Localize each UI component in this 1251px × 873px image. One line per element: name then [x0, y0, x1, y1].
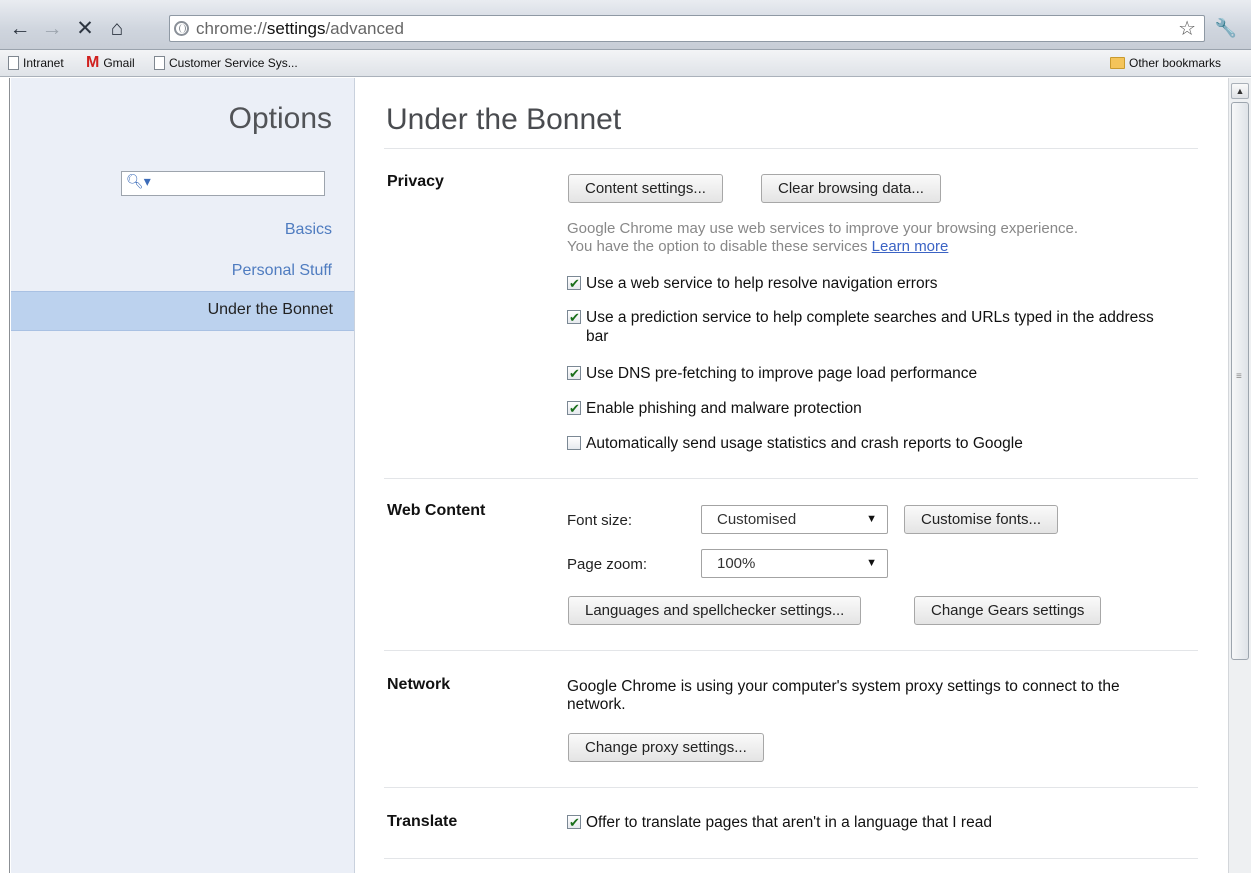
change-gears-settings-button[interactable]: Change Gears settings: [914, 596, 1102, 625]
font-size-label: Font size:: [567, 512, 633, 529]
address-bar[interactable]: chrome://settings/advanced ☆: [169, 15, 1205, 42]
checkbox-offer-translate[interactable]: Offer to translate pages that aren't in …: [567, 813, 1157, 832]
checkbox[interactable]: [567, 436, 581, 450]
sidebar-item-under-the-bonnet[interactable]: Under the Bonnet: [11, 291, 354, 331]
checkbox-phishing-protection[interactable]: Enable phishing and malware protection: [567, 399, 1157, 418]
section-label-privacy: Privacy: [387, 173, 444, 190]
sidebar-title: Options: [228, 102, 332, 135]
page-title: Under the Bonnet: [386, 103, 622, 136]
bookmark-gmail[interactable]: M Gmail: [86, 50, 135, 76]
vertical-scrollbar[interactable]: ▲: [1228, 78, 1251, 873]
address-url[interactable]: chrome://settings/advanced: [196, 19, 404, 39]
other-bookmarks[interactable]: Other bookmarks: [1110, 50, 1221, 76]
options-sidebar: Options 🔍︎▾ Basics Personal Stuff Under …: [11, 78, 355, 873]
checkbox-prediction-service[interactable]: Use a prediction service to help complet…: [567, 308, 1157, 346]
checkbox[interactable]: [567, 308, 581, 327]
divider: [384, 650, 1198, 651]
languages-spellchecker-button[interactable]: Languages and spellchecker settings...: [568, 596, 862, 625]
search-icon: 🔍︎▾: [126, 173, 151, 189]
sidebar-item-basics[interactable]: Basics: [285, 221, 332, 239]
bookmark-customer-service[interactable]: Customer Service Sys...: [154, 50, 298, 76]
chevron-down-icon: ▼: [866, 513, 877, 525]
privacy-description: Google Chrome may use web services to im…: [567, 220, 1079, 255]
page-zoom-label: Page zoom:: [567, 556, 648, 573]
stop-icon[interactable]: ✕: [73, 17, 97, 41]
gmail-icon: M: [86, 54, 100, 71]
sidebar-item-label: Under the Bonnet: [207, 301, 333, 318]
section-label-translate: Translate: [387, 813, 458, 830]
checkbox[interactable]: [567, 813, 581, 832]
scroll-up-arrow-icon[interactable]: ▲: [1231, 83, 1249, 99]
page-icon: [8, 56, 19, 70]
browser-toolbar: ← → ✕ ⌂ chrome://settings/advanced ☆ 🔧: [0, 0, 1251, 50]
checkbox[interactable]: [567, 364, 581, 383]
change-proxy-settings-button[interactable]: Change proxy settings...: [568, 733, 764, 762]
checkbox-dns-prefetching[interactable]: Use DNS pre-fetching to improve page loa…: [567, 364, 1157, 383]
clear-browsing-data-button[interactable]: Clear browsing data...: [761, 174, 941, 203]
divider: [384, 478, 1198, 479]
page-zoom-select[interactable]: 100% ▼: [701, 549, 888, 578]
checkbox[interactable]: [567, 274, 581, 293]
learn-more-link[interactable]: Learn more: [872, 238, 949, 255]
section-label-web-content: Web Content: [387, 502, 486, 519]
bookmark-star-icon[interactable]: ☆: [1178, 16, 1196, 41]
network-description: Google Chrome is using your computer's s…: [567, 678, 1120, 713]
divider: [384, 148, 1198, 149]
page-icon: [154, 56, 165, 70]
window-frame: [0, 78, 10, 873]
forward-arrow-icon[interactable]: →: [40, 17, 64, 41]
scrollbar-thumb[interactable]: [1231, 102, 1249, 660]
sidebar-item-personal-stuff[interactable]: Personal Stuff: [232, 262, 332, 280]
home-icon[interactable]: ⌂: [105, 17, 129, 41]
back-arrow-icon[interactable]: ←: [8, 17, 32, 41]
font-size-select[interactable]: Customised ▼: [701, 505, 888, 534]
globe-icon: [174, 21, 189, 36]
search-input[interactable]: 🔍︎▾: [121, 171, 325, 196]
wrench-icon[interactable]: 🔧: [1213, 15, 1239, 41]
settings-content: Under the Bonnet Privacy Content setting…: [356, 78, 1228, 873]
customise-fonts-button[interactable]: Customise fonts...: [904, 505, 1059, 534]
checkbox[interactable]: [567, 399, 581, 418]
chevron-down-icon: ▼: [866, 557, 877, 569]
content-settings-button[interactable]: Content settings...: [568, 174, 723, 203]
checkbox-navigation-errors[interactable]: Use a web service to help resolve naviga…: [567, 274, 1157, 293]
divider: [384, 858, 1198, 859]
bookmark-intranet[interactable]: Intranet: [8, 50, 64, 76]
bookmarks-bar: Intranet M Gmail Customer Service Sys...…: [0, 50, 1251, 77]
checkbox-usage-statistics[interactable]: Automatically send usage statistics and …: [567, 434, 1157, 453]
section-label-network: Network: [387, 676, 451, 693]
folder-icon: [1110, 57, 1125, 69]
divider: [384, 787, 1198, 788]
